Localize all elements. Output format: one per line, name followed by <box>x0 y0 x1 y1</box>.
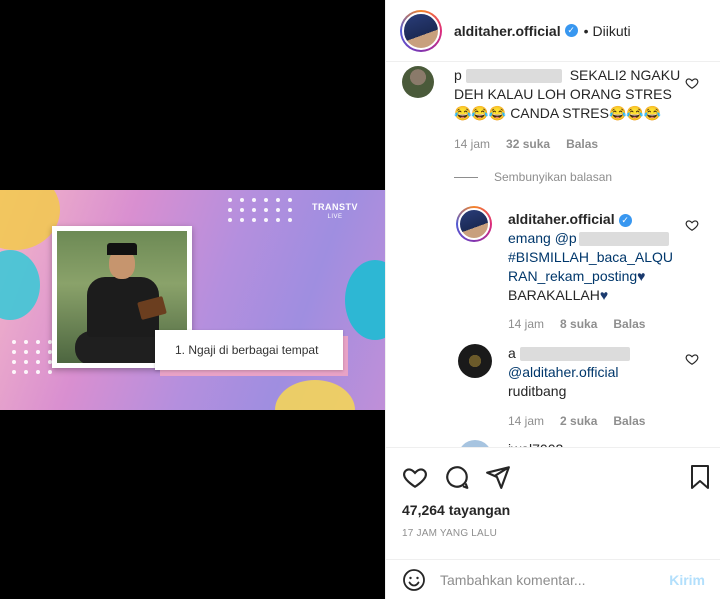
channel-logo-sub: LIVE <box>327 214 343 220</box>
avatar[interactable] <box>402 66 434 98</box>
verified-badge-icon: ✓ <box>618 213 632 227</box>
reply-mention[interactable]: @alditaher.official <box>508 364 618 380</box>
blurred-username <box>519 347 630 362</box>
reply-username[interactable]: alditaher.official <box>508 211 615 227</box>
comment-line: SEKALI2 NGAKU <box>569 67 681 83</box>
separator-dot: • <box>583 22 589 39</box>
decor-blob <box>275 380 355 410</box>
add-comment-bar: Tambahkan komentar... Kirim <box>386 559 720 599</box>
reply-likes[interactable]: 8 suka <box>560 317 597 331</box>
heart-emoji: ♥ <box>599 287 609 303</box>
post-actions: 47,264 tayangan 17 JAM YANG LALU <box>386 447 720 559</box>
hide-replies-label: Sembunyikan balasan <box>494 170 613 184</box>
video-caption: 1. Ngaji di berbagai tempat <box>155 330 343 370</box>
decor-dots <box>12 340 54 374</box>
video-frame[interactable]: TRANSTV LIVE 1. Ngaji di berbagai tempat <box>0 190 385 410</box>
comment-line: CANDA STRES <box>510 105 609 121</box>
channel-logo: TRANSTV LIVE <box>312 202 358 222</box>
emoji: 😂😂😂 <box>454 105 507 121</box>
comment-time[interactable]: 14 jam <box>454 137 490 151</box>
decor-blob <box>345 260 385 340</box>
comment-input[interactable]: Tambahkan komentar... <box>440 572 669 588</box>
comment-likes[interactable]: 32 suka <box>506 137 550 151</box>
blurred-username <box>465 69 562 84</box>
reply-button[interactable]: Balas <box>613 317 645 331</box>
reply-line: ruditbang <box>508 383 567 399</box>
reply-likes[interactable]: 2 suka <box>560 414 597 428</box>
comment-text: p SEKALI2 NGAKU DEH KALAU LOH ORANG STRE… <box>454 66 694 123</box>
reply-time[interactable]: 14 jam <box>508 317 544 331</box>
decor-blob <box>0 190 60 250</box>
comment-username[interactable]: p <box>454 67 462 83</box>
reply-meta: 14 jam 2 suka Balas <box>508 414 645 428</box>
post-username[interactable]: alditaher.official <box>454 23 561 39</box>
decor-dots <box>228 198 294 222</box>
post-header: alditaher.official ✓ • Diikuti <box>386 0 720 62</box>
hashtag-link[interactable]: #BISMILLAH_baca_ALQU <box>508 249 673 265</box>
reply-username[interactable]: a <box>508 345 516 361</box>
reply-meta: 14 jam 8 suka Balas <box>508 317 645 331</box>
avatar[interactable] <box>456 206 492 242</box>
media-pane: TRANSTV LIVE 1. Ngaji di berbagai tempat <box>0 0 385 599</box>
comment-icon[interactable] <box>444 464 470 490</box>
avatar[interactable] <box>458 344 492 378</box>
heart-emoji: ♥ <box>637 268 646 284</box>
reply-button[interactable]: Balas <box>613 414 645 428</box>
reply-time[interactable]: 14 jam <box>508 414 544 428</box>
view-count[interactable]: 47,264 tayangan <box>402 502 510 518</box>
like-heart-icon[interactable] <box>685 76 699 90</box>
avatar[interactable] <box>400 9 442 52</box>
save-bookmark-icon[interactable] <box>688 464 712 490</box>
hashtag-link[interactable]: RAN_rekam_posting <box>508 268 637 284</box>
comment-meta: 14 jam 32 suka Balas <box>454 137 598 151</box>
reply-button[interactable]: Balas <box>566 137 598 151</box>
reply-line: BARAKALLAH <box>508 287 600 303</box>
emoji: 😂😂😂 <box>609 105 662 121</box>
reply-text: alditaher.official ✓ emang @p #BISMILLAH_… <box>508 210 698 305</box>
like-heart-icon[interactable] <box>685 352 699 366</box>
send-button[interactable]: Kirim <box>669 572 705 588</box>
like-heart-icon[interactable] <box>685 218 699 232</box>
follow-status-button[interactable]: Diikuti <box>593 23 631 39</box>
decor-blob <box>0 250 40 320</box>
hide-replies-button[interactable]: Sembunyikan balasan <box>454 170 612 184</box>
post-timestamp[interactable]: 17 JAM YANG LALU <box>402 528 497 539</box>
share-icon[interactable] <box>485 464 511 490</box>
comments-list[interactable]: p SEKALI2 NGAKU DEH KALAU LOH ORANG STRE… <box>386 62 720 447</box>
avatar[interactable] <box>458 440 492 447</box>
reply-text: a @alditaher.official ruditbang <box>508 344 698 401</box>
reply-username[interactable]: iwal7002 <box>508 440 563 447</box>
comment-line: DEH KALAU LOH ORANG STRES <box>454 86 672 102</box>
reply-mention[interactable]: emang @p <box>508 230 577 246</box>
emoji-icon[interactable] <box>402 568 426 592</box>
blurred-username <box>578 232 669 247</box>
post-panel: alditaher.official ✓ • Diikuti p SEKALI2… <box>385 0 720 599</box>
like-heart-icon[interactable] <box>402 464 428 490</box>
channel-logo-text: TRANSTV <box>312 202 358 212</box>
verified-badge-icon: ✓ <box>564 24 578 37</box>
